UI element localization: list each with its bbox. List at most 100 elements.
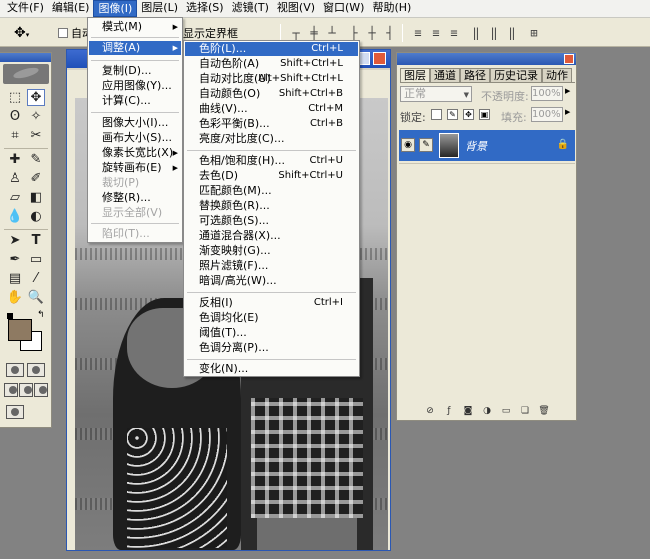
marquee-tool-icon[interactable]: ⬚ [6, 89, 24, 106]
menu-item-levels[interactable]: 色阶(L)... [199, 42, 246, 56]
menu-item-apply-image[interactable]: 应用图像(Y)... [102, 79, 172, 93]
menu-item-calculations[interactable]: 计算(C)... [102, 94, 151, 108]
menu-item-color-balance[interactable]: 色彩平衡(B)... [199, 117, 270, 131]
distribute-vcenter-icon[interactable]: ≡ [428, 26, 444, 40]
close-icon[interactable] [564, 54, 574, 64]
menu-select[interactable]: 选择(S) [182, 0, 228, 17]
distribute-hcenter-icon[interactable]: ‖ [486, 26, 502, 40]
link-layers-icon[interactable]: ⊘ [424, 405, 436, 417]
new-group-icon[interactable]: ▭ [500, 405, 512, 417]
menu-item-canvas-size[interactable]: 画布大小(S)... [102, 131, 172, 145]
menu-item-duplicate[interactable]: 复制(D)... [102, 64, 152, 78]
auto-select-checkbox[interactable] [58, 28, 68, 38]
move-tool-preset-icon[interactable]: ✥▾ [14, 24, 44, 42]
menu-window[interactable]: 窗口(W) [319, 0, 368, 17]
menu-item-selective-color[interactable]: 可选颜色(S)... [199, 214, 269, 228]
fill-arrow-icon[interactable]: ▶ [565, 108, 570, 116]
gradient-tool-icon[interactable]: ◧ [27, 189, 45, 206]
align-top-icon[interactable]: ┬ [288, 26, 304, 40]
distribute-left-icon[interactable]: ‖ [468, 26, 484, 40]
delete-layer-icon[interactable]: 🗑 [538, 405, 550, 417]
distribute-bottom-icon[interactable]: ≡ [446, 26, 462, 40]
tab-layers[interactable]: 图层 [400, 68, 430, 82]
menu-item-variations[interactable]: 变化(N)... [199, 362, 248, 376]
menu-item-match-color[interactable]: 匹配颜色(M)... [199, 184, 272, 198]
align-vcenter-icon[interactable]: ╪ [306, 26, 322, 40]
menu-item-auto-color[interactable]: 自动颜色(O) [199, 87, 260, 101]
eye-icon[interactable]: ◉ [401, 138, 415, 152]
swap-colors-icon[interactable]: ↰ [37, 310, 45, 320]
distribute-right-icon[interactable]: ‖ [504, 26, 520, 40]
hand-tool-icon[interactable]: ✋ [6, 289, 24, 306]
screen-mode-full-menu-icon[interactable] [19, 383, 33, 397]
lock-all-icon[interactable]: ▣ [479, 109, 490, 120]
menu-item-trim[interactable]: 修整(R)... [102, 191, 151, 205]
lock-transparency-icon[interactable] [431, 109, 442, 120]
menu-item-shadow-highlight[interactable]: 暗调/高光(W)... [199, 274, 277, 288]
jump-to-imageready-icon[interactable] [6, 405, 24, 419]
brush-link-icon[interactable]: ✎ [419, 138, 433, 152]
menu-item-gradient-map[interactable]: 渐变映射(G)... [199, 244, 271, 258]
tab-channels[interactable]: 通道 [430, 68, 460, 82]
menu-item-equalize[interactable]: 色调均化(E) [199, 311, 259, 325]
menu-edit[interactable]: 编辑(E) [48, 0, 94, 17]
tab-actions[interactable]: 动作 [542, 68, 572, 82]
menu-item-brightness-contrast[interactable]: 亮度/对比度(C)... [199, 132, 284, 146]
foreground-color-swatch[interactable] [8, 319, 32, 341]
auto-align-icon[interactable]: ⊞ [526, 26, 542, 40]
opacity-arrow-icon[interactable]: ▶ [565, 87, 570, 95]
menu-help[interactable]: 帮助(H) [368, 0, 415, 17]
eyedropper-tool-icon[interactable]: ⁄ [27, 270, 45, 287]
menu-item-adjust[interactable]: 调整(A) [102, 41, 140, 55]
menu-file[interactable]: 文件(F) [3, 0, 48, 17]
clone-stamp-tool-icon[interactable]: ♙ [6, 170, 24, 187]
align-hcenter-icon[interactable]: ┼ [364, 26, 380, 40]
menu-item-replace-color[interactable]: 替换颜色(R)... [199, 199, 270, 213]
tab-paths[interactable]: 路径 [460, 68, 490, 82]
distribute-top-icon[interactable]: ≡ [410, 26, 426, 40]
layer-style-icon[interactable]: ƒ [443, 405, 455, 417]
align-right-icon[interactable]: ┤ [382, 26, 398, 40]
shape-tool-icon[interactable]: ▭ [27, 251, 45, 268]
healing-brush-tool-icon[interactable]: ✚ [6, 151, 24, 168]
lasso-tool-icon[interactable]: ʘ [6, 108, 24, 125]
blend-mode-select[interactable]: 正常 [400, 86, 472, 102]
menu-image[interactable]: 图像(I) [93, 0, 138, 17]
menu-item-invert[interactable]: 反相(I) [199, 296, 233, 310]
menu-item-image-size[interactable]: 图像大小(I)... [102, 116, 168, 130]
menu-item-auto-levels[interactable]: 自动色阶(A) [199, 57, 259, 71]
menu-item-photo-filter[interactable]: 照片滤镜(F)... [199, 259, 268, 273]
align-left-icon[interactable]: ├ [346, 26, 362, 40]
align-bottom-icon[interactable]: ┴ [324, 26, 340, 40]
crop-tool-icon[interactable]: ⌗ [6, 127, 24, 144]
magic-wand-tool-icon[interactable]: ✧ [27, 108, 45, 125]
tab-history[interactable]: 历史记录 [490, 68, 542, 82]
standard-mode-icon[interactable] [6, 363, 24, 377]
slice-tool-icon[interactable]: ✂ [27, 127, 45, 144]
fill-field[interactable]: 100% [531, 107, 563, 122]
lock-position-icon[interactable]: ✥ [463, 109, 474, 120]
add-mask-icon[interactable]: ◙ [462, 405, 474, 417]
type-tool-icon[interactable]: T [27, 232, 45, 249]
menu-item-channel-mixer[interactable]: 通道混合器(X)... [199, 229, 281, 243]
menu-item-posterize[interactable]: 色调分离(P)... [199, 341, 269, 355]
menu-view[interactable]: 视图(V) [273, 0, 319, 17]
dodge-tool-icon[interactable]: ◐ [27, 208, 45, 225]
eraser-tool-icon[interactable]: ▱ [6, 189, 24, 206]
menu-item-curves[interactable]: 曲线(V)... [199, 102, 248, 116]
opacity-field[interactable]: 100% [531, 86, 563, 101]
history-brush-tool-icon[interactable]: ✐ [27, 170, 45, 187]
menu-item-hue-saturation[interactable]: 色相/饱和度(H)... [199, 154, 285, 168]
screen-mode-full-icon[interactable] [34, 383, 48, 397]
new-layer-icon[interactable]: ❏ [519, 405, 531, 417]
layers-palette-title-bar[interactable] [397, 53, 576, 65]
brush-tool-icon[interactable]: ✎ [27, 151, 45, 168]
close-button[interactable] [373, 52, 386, 65]
menu-layer[interactable]: 图层(L) [137, 0, 182, 17]
quick-mask-mode-icon[interactable] [27, 363, 45, 377]
menu-item-threshold[interactable]: 阈值(T)... [199, 326, 247, 340]
menu-item-desaturate[interactable]: 去色(D) [199, 169, 238, 183]
layer-row-background[interactable]: ◉ ✎ 背景 🔒 [399, 130, 575, 161]
zoom-tool-icon[interactable]: 🔍 [27, 289, 45, 306]
screen-mode-standard-icon[interactable] [4, 383, 18, 397]
